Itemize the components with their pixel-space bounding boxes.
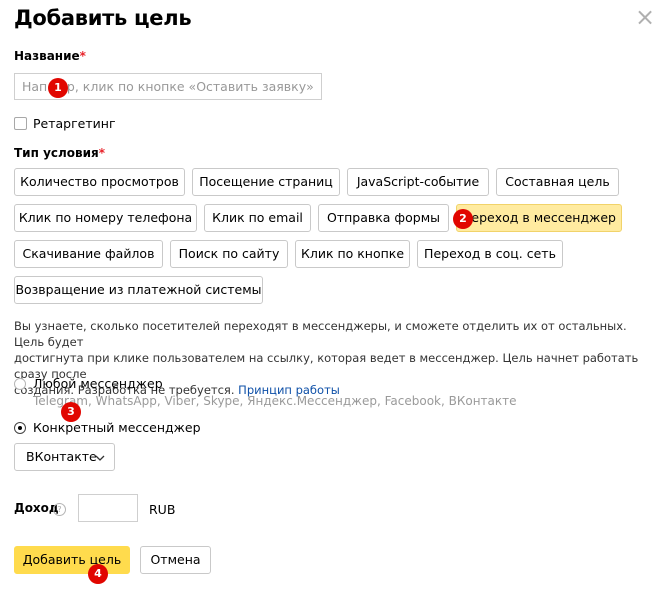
retargeting-label: Ретаргетинг [33, 116, 116, 131]
step-marker-1: 1 [48, 78, 68, 98]
income-input[interactable] [78, 494, 138, 522]
retargeting-checkbox[interactable] [14, 117, 27, 130]
currency-label: RUB [149, 502, 176, 517]
close-icon[interactable]: × [634, 5, 656, 29]
any-messenger-hint: Telegram, WhatsApp, Viber, Skype, Яндекс… [33, 394, 517, 408]
condition-form-submit[interactable]: Отправка формы [318, 204, 449, 232]
condition-composite[interactable]: Составная цель [496, 168, 619, 196]
dialog-title: Добавить цель [14, 6, 192, 30]
condition-payment-return[interactable]: Возвращение из платежной системы [14, 276, 263, 304]
condition-phone-click[interactable]: Клик по номеру телефона [14, 204, 197, 232]
add-goal-button[interactable]: Добавить цель [14, 546, 130, 574]
step-marker-3: 3 [61, 402, 81, 422]
any-messenger-label: Любой мессенджер [33, 376, 163, 391]
step-marker-2: 2 [453, 209, 473, 229]
income-label: Доход [14, 501, 59, 515]
condition-social-network[interactable]: Переход в соц. сеть [417, 240, 563, 268]
cancel-button[interactable]: Отмена [140, 546, 211, 574]
required-mark: * [79, 49, 86, 63]
condition-pageviews[interactable]: Количество просмотров [14, 168, 185, 196]
condition-label: Тип условия* [14, 146, 105, 160]
help-icon[interactable]: ? [53, 503, 66, 516]
name-placeholder-rest: ер, клик по кнопке «Оставить заявку» [59, 79, 314, 94]
messenger-select-value: ВКонтакте [26, 449, 97, 464]
name-label: Название* [14, 49, 86, 63]
condition-file-download[interactable]: Скачивание файлов [14, 240, 163, 268]
step-marker-4: 4 [88, 564, 108, 584]
required-mark: * [98, 146, 106, 160]
description-line-1: Вы узнаете, сколько посетителей переходя… [14, 319, 627, 349]
condition-site-search[interactable]: Поиск по сайту [170, 240, 288, 268]
chevron-down-icon [95, 455, 105, 461]
condition-messenger[interactable]: Переход в мессенджер [456, 204, 622, 232]
name-label-text: Название [14, 49, 80, 63]
condition-js-event[interactable]: JavaScript-событие [347, 168, 489, 196]
specific-messenger-label: Конкретный мессенджер [33, 420, 201, 435]
condition-label-text: Тип условия [14, 146, 99, 160]
condition-button-click[interactable]: Клик по кнопке [295, 240, 410, 268]
any-messenger-radio[interactable] [14, 378, 26, 390]
specific-messenger-radio[interactable] [14, 422, 26, 434]
condition-page-visits[interactable]: Посещение страниц [192, 168, 340, 196]
messenger-select[interactable]: ВКонтакте [14, 443, 115, 471]
condition-email-click[interactable]: Клик по email [204, 204, 311, 232]
name-placeholder-start: Нап [22, 79, 48, 94]
